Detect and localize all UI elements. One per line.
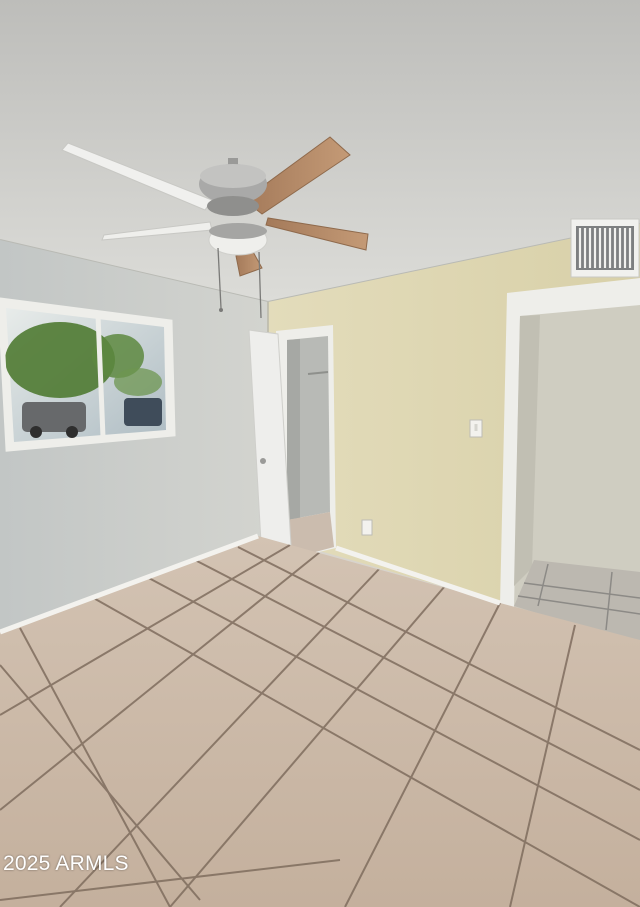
window — [0, 297, 176, 452]
room-photo — [0, 0, 640, 907]
watermark-text: 2025 ARMLS — [3, 852, 129, 875]
power-outlet — [361, 519, 373, 536]
light-switch — [469, 419, 483, 438]
doorway — [500, 278, 640, 647]
hvac-vent — [570, 218, 640, 278]
